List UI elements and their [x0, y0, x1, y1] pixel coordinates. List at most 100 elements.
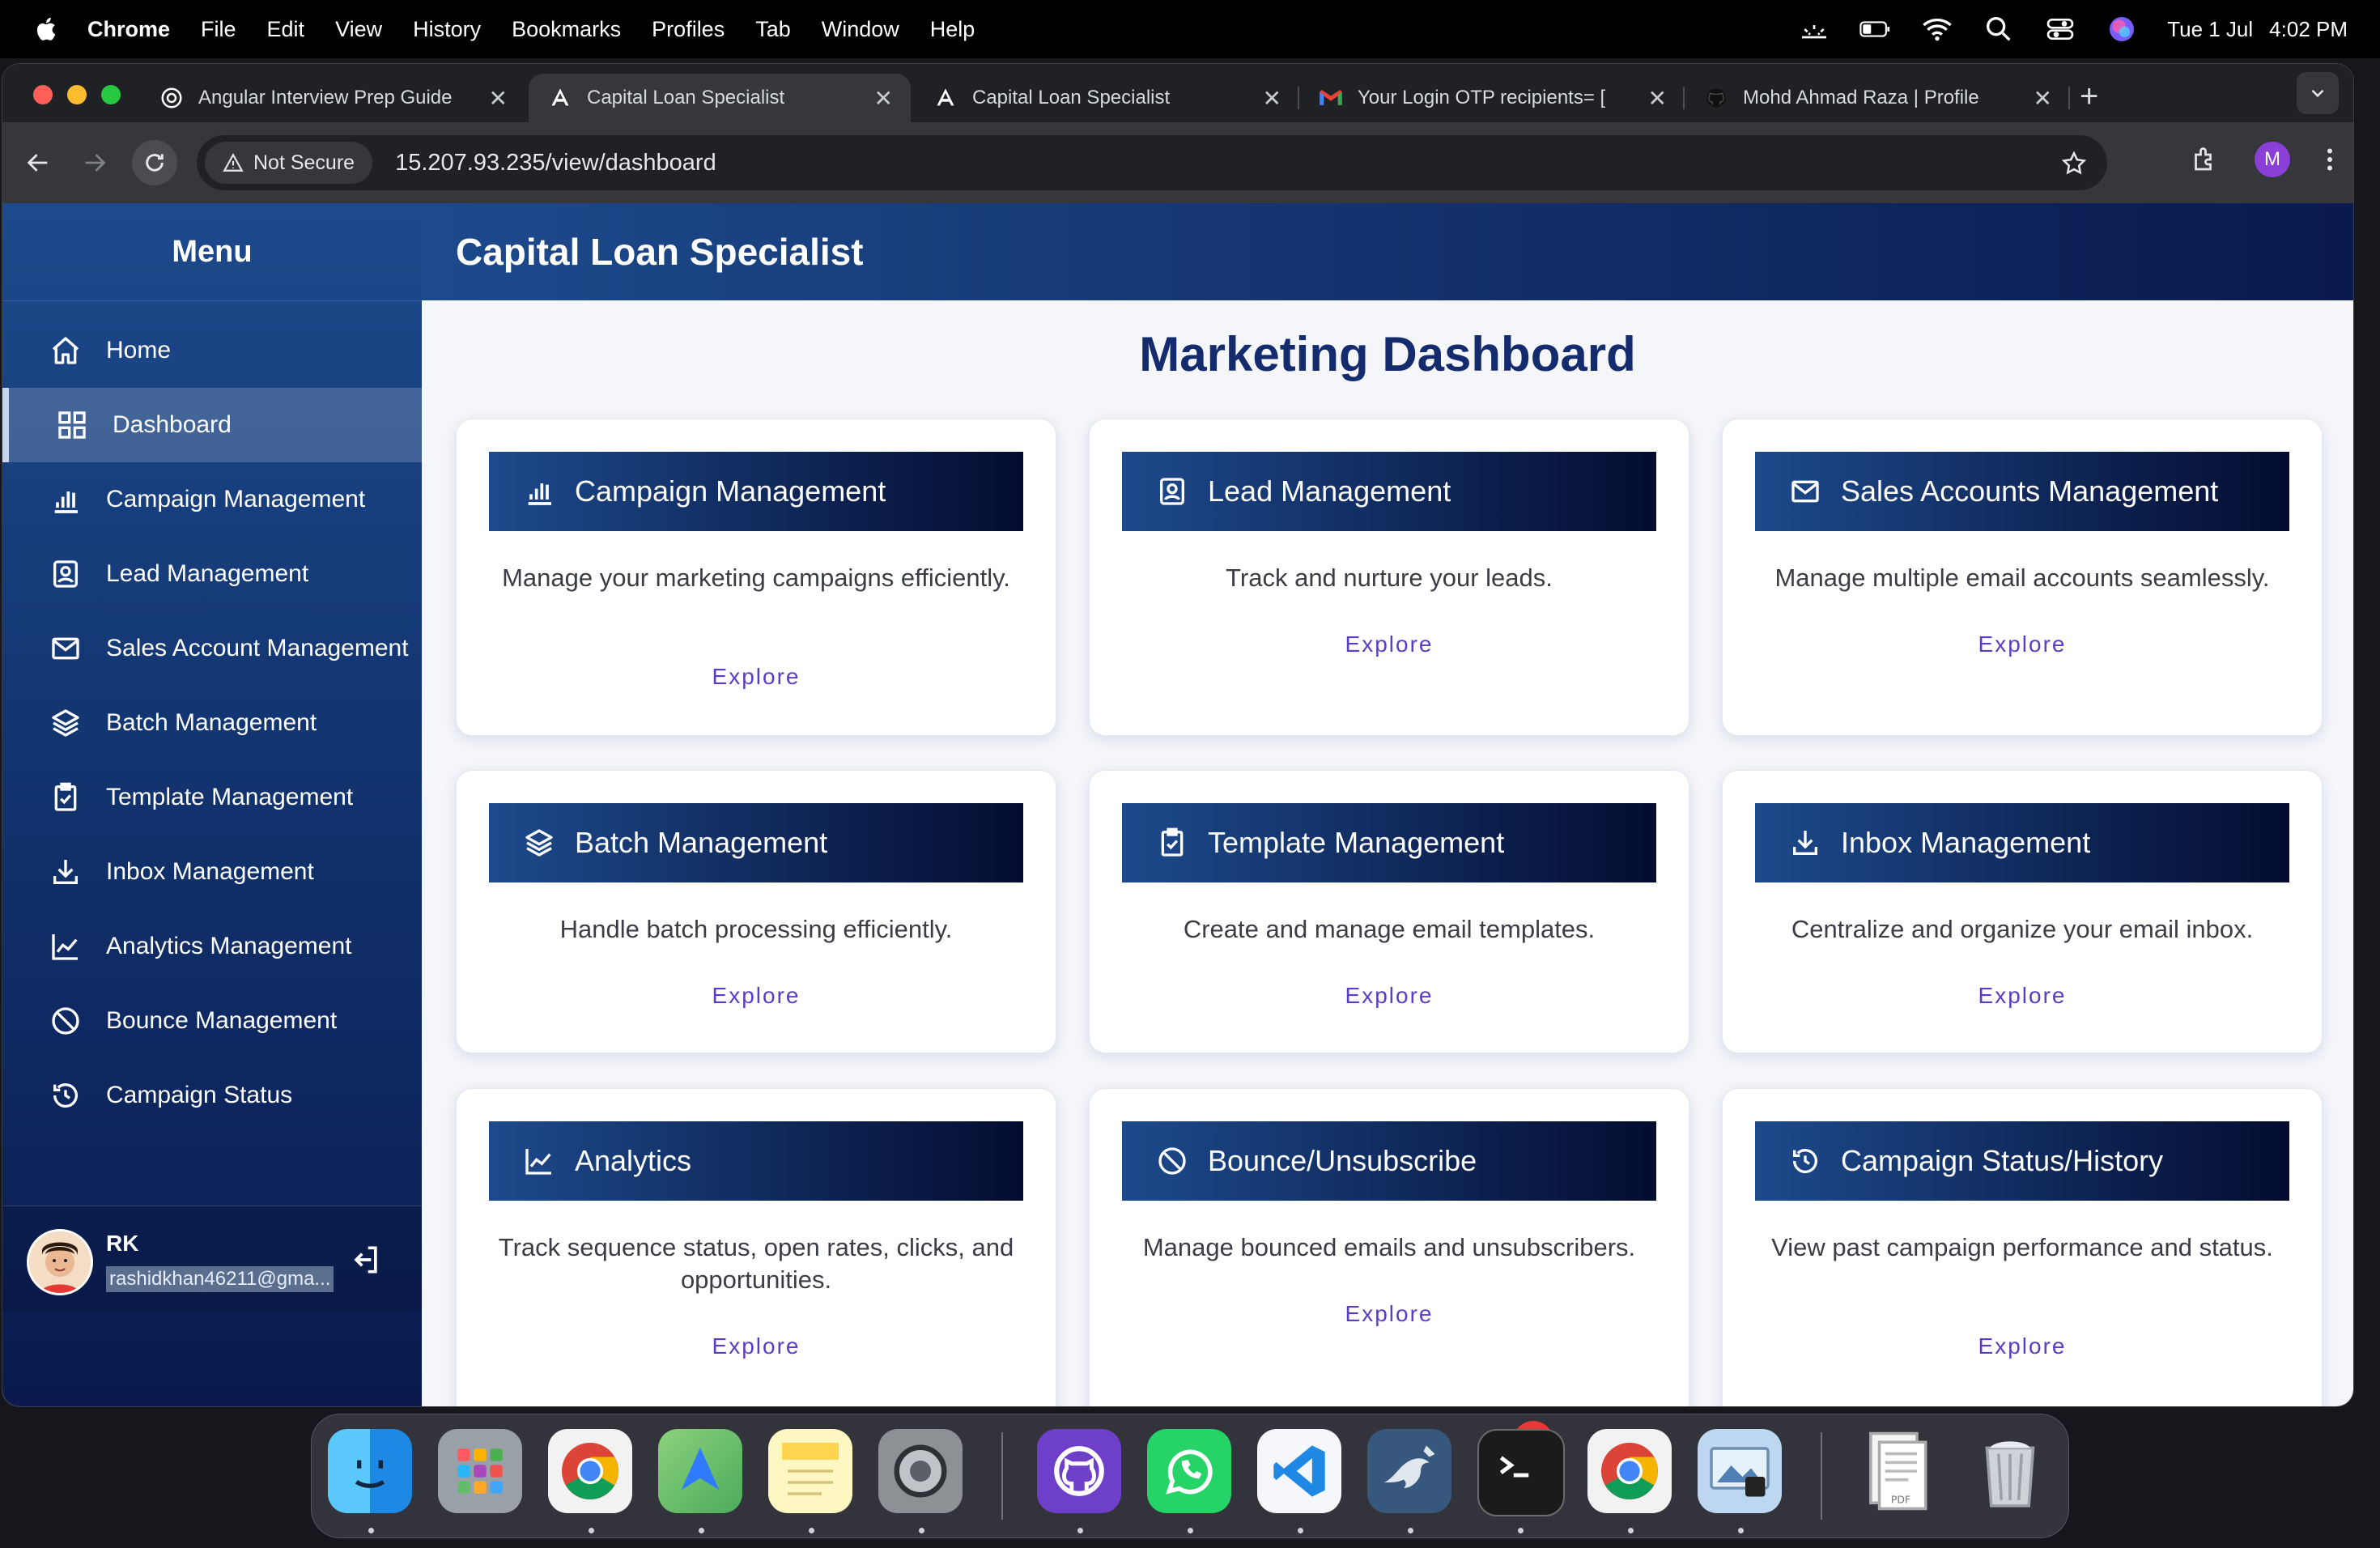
running-indicator: [589, 1528, 594, 1533]
card-description: Track and nurture your leads.: [1226, 563, 1553, 592]
sidebar-item-campaign-management[interactable]: Campaign Management: [2, 462, 422, 537]
chrome-icon[interactable]: [548, 1429, 632, 1513]
reload-icon[interactable]: [132, 140, 177, 185]
explore-link[interactable]: Explore: [457, 664, 1056, 690]
bookmark-star-icon[interactable]: [2060, 150, 2088, 181]
card-header: Batch Management: [489, 803, 1023, 882]
explore-link[interactable]: Explore: [1090, 632, 1689, 657]
system-settings-icon[interactable]: [878, 1429, 963, 1513]
card-analytics: Analytics Track sequence status, open ra…: [456, 1088, 1056, 1406]
sidebar-item-template-management[interactable]: Template Management: [2, 760, 422, 835]
profile-avatar[interactable]: M: [2255, 142, 2290, 177]
new-tab-plus-icon[interactable]: +: [2080, 79, 2098, 115]
tab-github-profile[interactable]: Mohd Ahmad Raza | Profile ✕: [1685, 74, 2070, 122]
more-options-icon[interactable]: [2326, 145, 2334, 174]
close-window-button[interactable]: [33, 85, 53, 104]
tab-capital-loan-active[interactable]: Capital Loan Specialist ✕: [529, 74, 911, 122]
user-email: rashidkhan46211@gma...: [106, 1266, 334, 1292]
preview-icon[interactable]: [1698, 1429, 1782, 1513]
sidebar-item-dashboard[interactable]: Dashboard: [2, 388, 428, 462]
chrome-alt-icon[interactable]: [1587, 1429, 1672, 1513]
close-tab-icon[interactable]: ✕: [874, 85, 893, 112]
sidebar-item-label: Bounce Management: [106, 1007, 338, 1034]
back-arrow-icon[interactable]: [19, 143, 57, 182]
sidebar-item-batch-management[interactable]: Batch Management: [2, 686, 422, 760]
trash-icon[interactable]: [1968, 1429, 2052, 1513]
explore-link[interactable]: Explore: [1723, 632, 2322, 657]
running-indicator: [699, 1528, 704, 1533]
minimize-window-button[interactable]: [67, 85, 87, 104]
menu-bookmarks[interactable]: Bookmarks: [512, 17, 621, 42]
notes-icon[interactable]: [768, 1429, 852, 1513]
card-header: Bounce/Unsubscribe: [1122, 1121, 1656, 1201]
close-tab-icon[interactable]: ✕: [2034, 85, 2052, 112]
card-title: Campaign Management: [575, 474, 886, 508]
security-chip[interactable]: Not Secure: [205, 142, 373, 184]
sidebar-item-sales-account-management[interactable]: Sales Account Management: [2, 611, 422, 686]
tab-capital-loan[interactable]: Capital Loan Specialist ✕: [914, 74, 1299, 122]
sidebar-item-campaign-status[interactable]: Campaign Status: [2, 1058, 422, 1133]
terminal-icon[interactable]: [1477, 1429, 1565, 1516]
stage-light-icon[interactable]: [1798, 13, 1830, 45]
explore-link[interactable]: Explore: [1090, 1301, 1689, 1327]
clipboard-check-icon: [1161, 827, 1184, 857]
download-icon: [1793, 831, 1817, 855]
close-tab-icon[interactable]: ✕: [1648, 85, 1667, 112]
explore-link[interactable]: Explore: [457, 983, 1056, 1009]
bar-chart-icon: [54, 491, 78, 513]
mysql-workbench-icon[interactable]: [1367, 1429, 1451, 1513]
vscode-icon[interactable]: [1257, 1429, 1341, 1513]
apple-icon[interactable]: [32, 15, 62, 44]
sidebar-item-lead-management[interactable]: Lead Management: [2, 537, 422, 611]
forward-arrow-icon[interactable]: [75, 143, 114, 182]
spotlight-search-icon[interactable]: [1983, 13, 2015, 45]
menu-window[interactable]: Window: [822, 17, 899, 42]
sidebar-item-analytics-management[interactable]: Analytics Management: [2, 909, 422, 984]
pdf-document-icon[interactable]: PDF: [1855, 1429, 1939, 1513]
address-bar[interactable]: Not Secure 15.207.93.235/view/dashboard: [197, 135, 2107, 190]
menu-tab[interactable]: Tab: [755, 17, 791, 42]
card-sales-accounts-management: Sales Accounts Management Manage multipl…: [1722, 419, 2323, 736]
menu-profiles[interactable]: Profiles: [652, 17, 725, 42]
zoom-window-button[interactable]: [101, 85, 121, 104]
sidebar-item-bounce-management[interactable]: Bounce Management: [2, 984, 422, 1058]
maps-icon[interactable]: [658, 1429, 742, 1513]
sidebar-user-panel: RK rashidkhan46211@gma...: [2, 1206, 422, 1312]
menu-view[interactable]: View: [335, 17, 382, 42]
menu-help[interactable]: Help: [930, 17, 975, 42]
tab-angular-prep[interactable]: Angular Interview Prep Guide ✕: [140, 74, 525, 122]
menubar-clock[interactable]: Tue 1 Jul 4:02 PM: [2167, 17, 2348, 42]
menu-file[interactable]: File: [201, 17, 236, 42]
explore-link[interactable]: Explore: [1723, 983, 2322, 1009]
card-inbox-management: Inbox Management Centralize and organize…: [1722, 770, 2323, 1053]
siri-icon[interactable]: [2106, 13, 2138, 45]
tab-gmail-otp[interactable]: Your Login OTP recipients= [ ✕: [1299, 74, 1685, 122]
github-desktop-icon[interactable]: [1037, 1429, 1121, 1513]
card-campaign-status-history: Campaign Status/History View past campai…: [1722, 1088, 2323, 1406]
menu-app-name[interactable]: Chrome: [87, 17, 170, 42]
card-header: Lead Management: [1122, 452, 1656, 531]
explore-link[interactable]: Explore: [457, 1333, 1056, 1359]
menu-edit[interactable]: Edit: [267, 17, 305, 42]
extensions-puzzle-icon[interactable]: [2190, 145, 2219, 174]
sidebar-item-label: Sales Account Management: [106, 635, 409, 661]
wifi-icon[interactable]: [1921, 13, 1953, 45]
explore-link[interactable]: Explore: [1090, 983, 1689, 1009]
whatsapp-icon[interactable]: [1147, 1429, 1231, 1513]
tab-search-chevron-icon[interactable]: [2297, 72, 2339, 114]
sidebar-item-inbox-management[interactable]: Inbox Management: [2, 835, 422, 909]
avatar[interactable]: [27, 1229, 93, 1295]
explore-link[interactable]: Explore: [1723, 1333, 2322, 1359]
finder-icon[interactable]: [328, 1429, 412, 1513]
logout-icon[interactable]: [347, 1242, 383, 1278]
running-indicator: [809, 1528, 814, 1533]
close-tab-icon[interactable]: ✕: [489, 85, 508, 112]
control-center-icon[interactable]: [2044, 13, 2076, 45]
battery-icon[interactable]: [1859, 13, 1892, 45]
sidebar-item-label: Template Management: [106, 784, 354, 810]
close-tab-icon[interactable]: ✕: [1263, 85, 1281, 112]
sidebar-item-home[interactable]: Home: [2, 313, 422, 388]
url-text[interactable]: 15.207.93.235/view/dashboard: [395, 150, 716, 176]
menu-history[interactable]: History: [413, 17, 481, 42]
launchpad-icon[interactable]: [438, 1429, 522, 1513]
